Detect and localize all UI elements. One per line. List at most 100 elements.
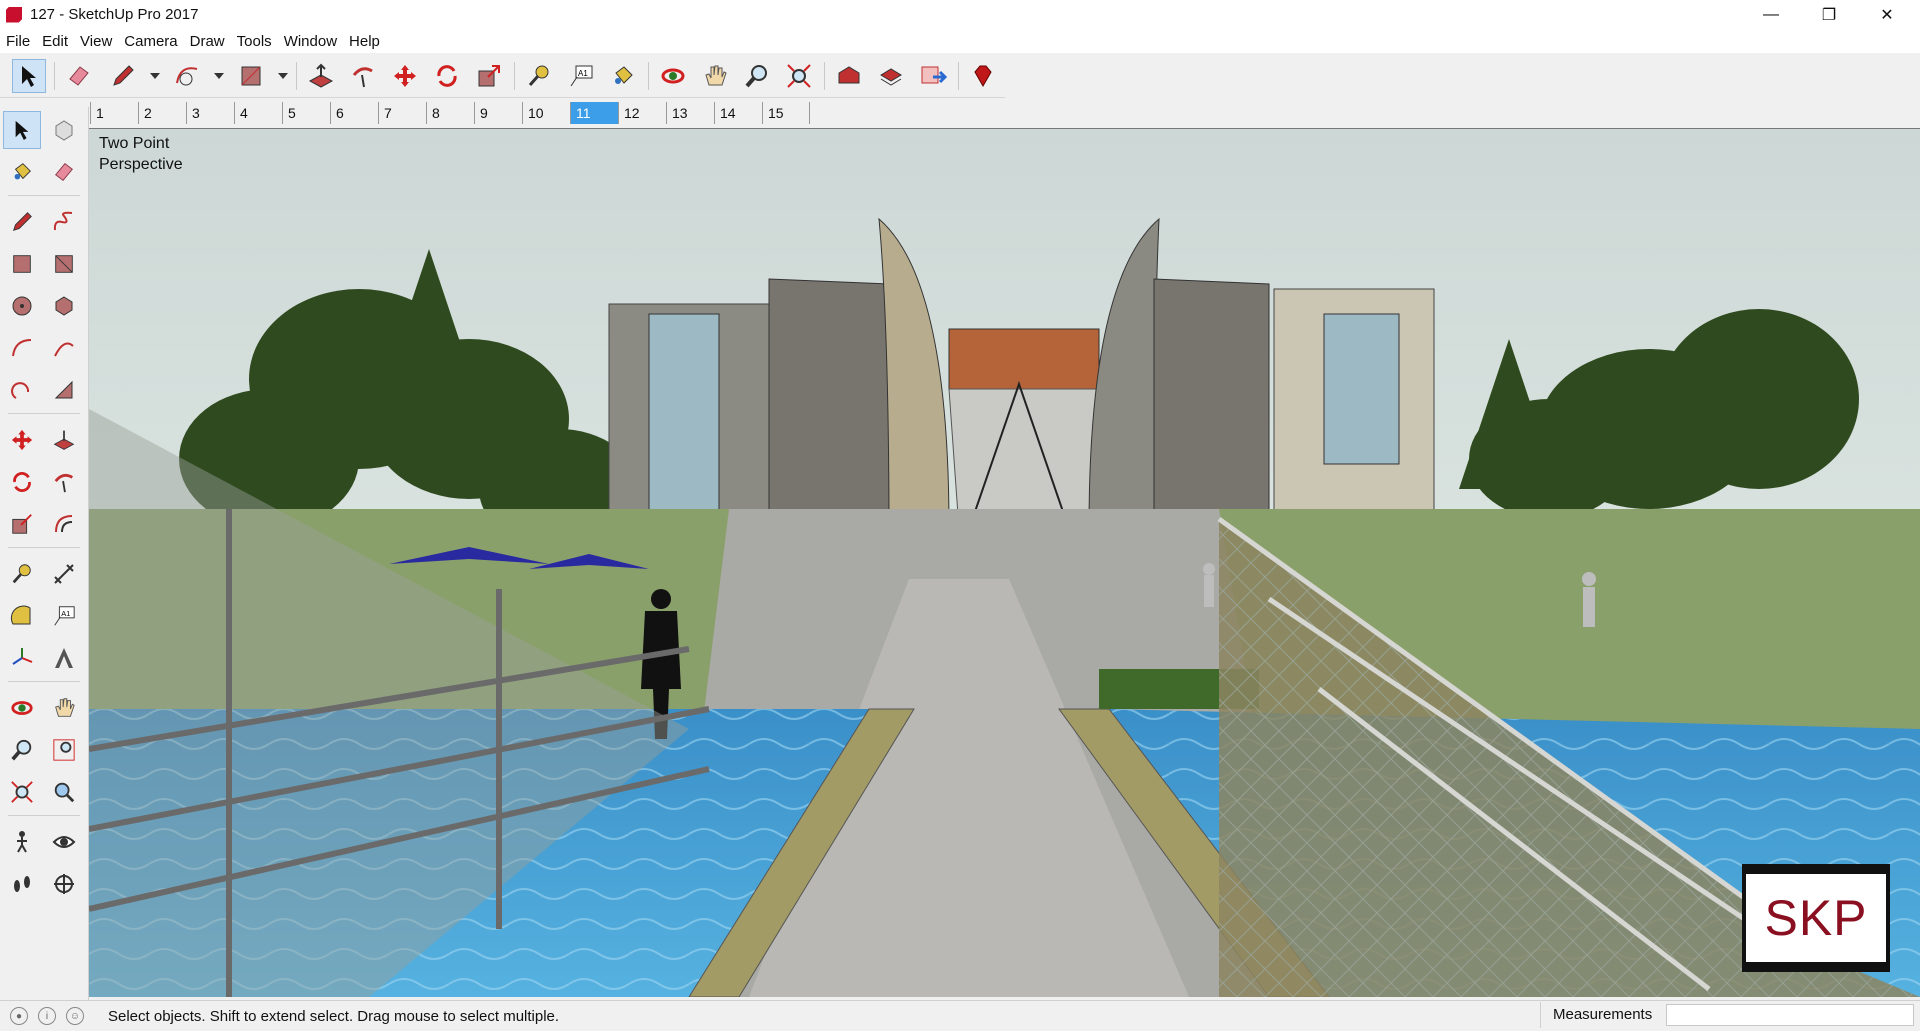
paint-bucket-icon[interactable] <box>3 153 41 191</box>
eraser-icon[interactable] <box>62 59 96 93</box>
freehand-icon[interactable] <box>45 203 83 241</box>
scene-tab[interactable]: 7 <box>378 102 426 124</box>
menu-view[interactable]: View <box>74 33 118 50</box>
scene-tab[interactable]: 5 <box>282 102 330 124</box>
scene-tab[interactable]: 13 <box>666 102 714 124</box>
orbit-icon[interactable] <box>3 689 41 727</box>
minimize-button[interactable]: — <box>1742 0 1800 29</box>
zoom-icon[interactable] <box>3 731 41 769</box>
tape-measure-icon[interactable] <box>522 59 556 93</box>
scene-tab[interactable]: 4 <box>234 102 282 124</box>
scene-tab[interactable]: 3 <box>186 102 234 124</box>
extension-warehouse-icon[interactable] <box>874 59 908 93</box>
tape-measure-icon[interactable] <box>3 555 41 593</box>
follow-me-icon[interactable] <box>45 463 83 501</box>
model-viewport[interactable]: Two Point Perspective SKP <box>89 128 1920 997</box>
menu-file[interactable]: File <box>0 33 36 50</box>
rectangle-icon[interactable] <box>234 59 268 93</box>
left-tool-palette: A1 <box>0 107 89 1005</box>
scene-tab[interactable]: 1 <box>90 102 138 124</box>
scene-tab-active[interactable]: 11 <box>570 102 618 124</box>
scene-tab[interactable]: 12 <box>618 102 666 124</box>
two-point-arc-icon[interactable] <box>45 329 83 367</box>
push-pull-icon[interactable] <box>45 421 83 459</box>
scene-tab[interactable]: 6 <box>330 102 378 124</box>
walk-icon[interactable] <box>3 823 41 861</box>
select-icon[interactable] <box>12 59 46 93</box>
rotated-rectangle-icon[interactable] <box>45 245 83 283</box>
scene-tab[interactable]: 9 <box>474 102 522 124</box>
dimension-icon[interactable] <box>45 555 83 593</box>
position-camera-icon[interactable] <box>45 773 83 811</box>
axes-icon[interactable] <box>3 639 41 677</box>
pie-icon[interactable] <box>45 371 83 409</box>
credits-icon[interactable]: i <box>38 1007 56 1025</box>
section-plane-icon[interactable] <box>45 865 83 903</box>
warehouse-icon[interactable] <box>832 59 866 93</box>
pan-icon[interactable] <box>698 59 732 93</box>
scale-icon[interactable] <box>472 59 506 93</box>
arc-icon[interactable] <box>170 59 204 93</box>
paint-bucket-icon[interactable] <box>606 59 640 93</box>
title-bar: 127 - SketchUp Pro 2017 — ❐ ✕ <box>0 0 1920 29</box>
zoom-extents-icon[interactable] <box>782 59 816 93</box>
scale-icon[interactable] <box>3 505 41 543</box>
rotate-icon[interactable] <box>3 463 41 501</box>
zoom-icon[interactable] <box>740 59 774 93</box>
scene-tabs: 1 2 3 4 5 6 7 8 9 10 11 12 13 14 15 <box>90 100 810 125</box>
user-account-icon[interactable]: ☺ <box>66 1007 84 1025</box>
3d-text-icon[interactable] <box>45 639 83 677</box>
follow-me-icon[interactable] <box>346 59 380 93</box>
menu-camera[interactable]: Camera <box>118 33 183 50</box>
send-to-layout-icon[interactable] <box>916 59 950 93</box>
window-title: 127 - SketchUp Pro 2017 <box>30 6 199 23</box>
three-point-arc-icon[interactable] <box>3 371 41 409</box>
polygon-icon[interactable] <box>45 287 83 325</box>
move-icon[interactable] <box>388 59 422 93</box>
menu-tools[interactable]: Tools <box>231 33 278 50</box>
look-around-icon[interactable] <box>45 823 83 861</box>
scene-tab[interactable]: 15 <box>762 102 810 124</box>
offset-icon[interactable] <box>45 505 83 543</box>
scene-tab[interactable]: 2 <box>138 102 186 124</box>
menu-window[interactable]: Window <box>278 33 343 50</box>
eraser-icon[interactable] <box>45 153 83 191</box>
measurements-input[interactable] <box>1666 1004 1914 1026</box>
zoom-window-icon[interactable] <box>45 731 83 769</box>
menu-bar: File Edit View Camera Draw Tools Window … <box>0 29 1920 53</box>
line-icon[interactable] <box>3 203 41 241</box>
zoom-extents-icon[interactable] <box>3 773 41 811</box>
shape-dropdown-icon[interactable] <box>278 73 288 79</box>
pan-icon[interactable] <box>45 689 83 727</box>
scene-tab[interactable]: 14 <box>714 102 762 124</box>
footprints-icon[interactable] <box>3 865 41 903</box>
text-icon[interactable]: A1 <box>45 597 83 635</box>
ruby-icon[interactable] <box>966 59 1000 93</box>
push-pull-icon[interactable] <box>304 59 338 93</box>
rotate-icon[interactable] <box>430 59 464 93</box>
view-label-line2: Perspective <box>99 156 183 173</box>
menu-help[interactable]: Help <box>343 33 386 50</box>
arc-icon[interactable] <box>3 329 41 367</box>
large-toolset-toolbar: A1 <box>0 54 1005 98</box>
make-component-icon[interactable] <box>45 111 83 149</box>
geolocation-icon[interactable]: ● <box>10 1007 28 1025</box>
close-button[interactable]: ✕ <box>1858 0 1916 29</box>
orbit-icon[interactable] <box>656 59 690 93</box>
move-icon[interactable] <box>3 421 41 459</box>
pencil-icon[interactable] <box>106 59 140 93</box>
arc-dropdown-icon[interactable] <box>214 73 224 79</box>
circle-icon[interactable] <box>3 287 41 325</box>
scene-tab[interactable]: 8 <box>426 102 474 124</box>
rectangle-icon[interactable] <box>3 245 41 283</box>
protractor-icon[interactable] <box>3 597 41 635</box>
svg-text:A1: A1 <box>578 69 588 78</box>
restore-button[interactable]: ❐ <box>1800 0 1858 29</box>
text-icon[interactable]: A1 <box>564 59 598 93</box>
menu-draw[interactable]: Draw <box>184 33 231 50</box>
pencil-dropdown-icon[interactable] <box>150 73 160 79</box>
skp-watermark: SKP <box>1742 864 1890 972</box>
menu-edit[interactable]: Edit <box>36 33 74 50</box>
scene-tab[interactable]: 10 <box>522 102 570 124</box>
select-icon[interactable] <box>3 111 41 149</box>
